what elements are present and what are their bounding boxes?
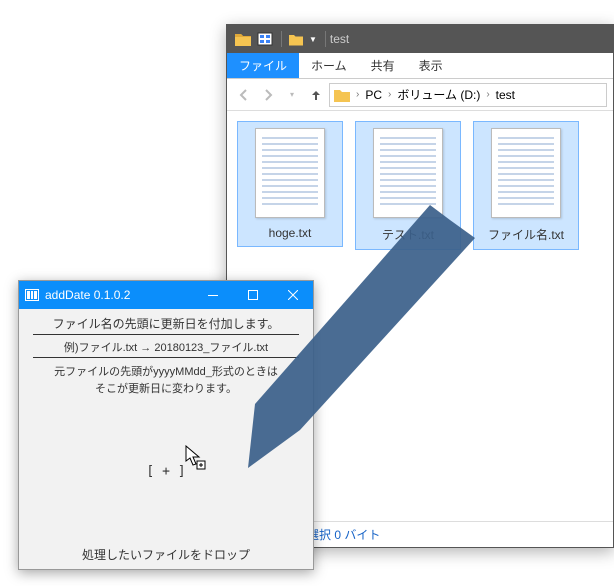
minimize-button[interactable] [193,281,233,309]
ribbon-tabs: ファイル ホーム 共有 表示 [227,53,613,79]
file-name: テスト.txt [382,226,434,243]
file-item[interactable]: hoge.txt [237,121,343,247]
file-item[interactable]: ファイル名.txt [473,121,579,250]
folder-icon [233,29,253,49]
breadcrumb-item[interactable]: test [496,88,515,102]
app-icon [25,289,39,301]
adddate-window: addDate 0.1.0.2 ファイル名の先頭に更新日を付加します。 例)ファ… [18,280,314,570]
adddate-body: ファイル名の先頭に更新日を付加します。 例)ファイル.txt → 2018012… [19,309,313,569]
chevron-right-icon: › [388,89,391,100]
explorer-quick-access-icon[interactable] [255,29,275,49]
address-path[interactable]: › PC › ボリューム (D:) › test [329,83,607,107]
explorer-titlebar[interactable]: ▼ test [227,25,613,53]
tab-share[interactable]: 共有 [359,53,407,78]
tab-file[interactable]: ファイル [227,53,299,78]
text-file-icon [255,128,325,218]
folder-small-icon[interactable] [286,29,306,49]
breadcrumb-item[interactable]: PC [365,88,382,102]
adddate-title: addDate 0.1.0.2 [45,288,130,302]
nav-recent-icon[interactable]: ▾ [281,84,303,106]
close-button[interactable] [273,281,313,309]
nav-back-icon[interactable] [233,84,255,106]
text-file-icon [373,128,443,218]
file-name: hoge.txt [269,226,312,240]
tab-home[interactable]: ホーム [299,53,359,78]
nav-up-icon[interactable] [305,84,327,106]
drop-label: [ + ] [146,464,185,479]
file-item[interactable]: テスト.txt [355,121,461,250]
heading-text: ファイル名の先頭に更新日を付加します。 [33,315,299,335]
separator [325,31,326,47]
maximize-button[interactable] [233,281,273,309]
folder-icon [334,88,350,102]
chevron-down-icon[interactable]: ▼ [309,35,317,44]
cursor-icon [185,445,207,475]
example-text: 例)ファイル.txt → 20180123_ファイル.txt [33,339,299,358]
file-name: ファイル名.txt [488,226,564,243]
explorer-title-text: test [330,32,349,46]
nav-forward-icon[interactable] [257,84,279,106]
drop-zone[interactable]: [ + ] [27,397,305,546]
note-text: 元ファイルの先頭がyyyyMMdd_形式のときは そこが更新日に変わります。 [27,364,305,397]
text-file-icon [491,128,561,218]
footer-text: 処理したいファイルをドロップ [27,546,305,565]
separator [281,31,282,47]
adddate-titlebar[interactable]: addDate 0.1.0.2 [19,281,313,309]
address-bar: ▾ › PC › ボリューム (D:) › test [227,79,613,111]
chevron-right-icon: › [356,89,359,100]
breadcrumb-item[interactable]: ボリューム (D:) [397,86,480,103]
tab-view[interactable]: 表示 [407,53,455,78]
chevron-right-icon: › [486,89,489,100]
